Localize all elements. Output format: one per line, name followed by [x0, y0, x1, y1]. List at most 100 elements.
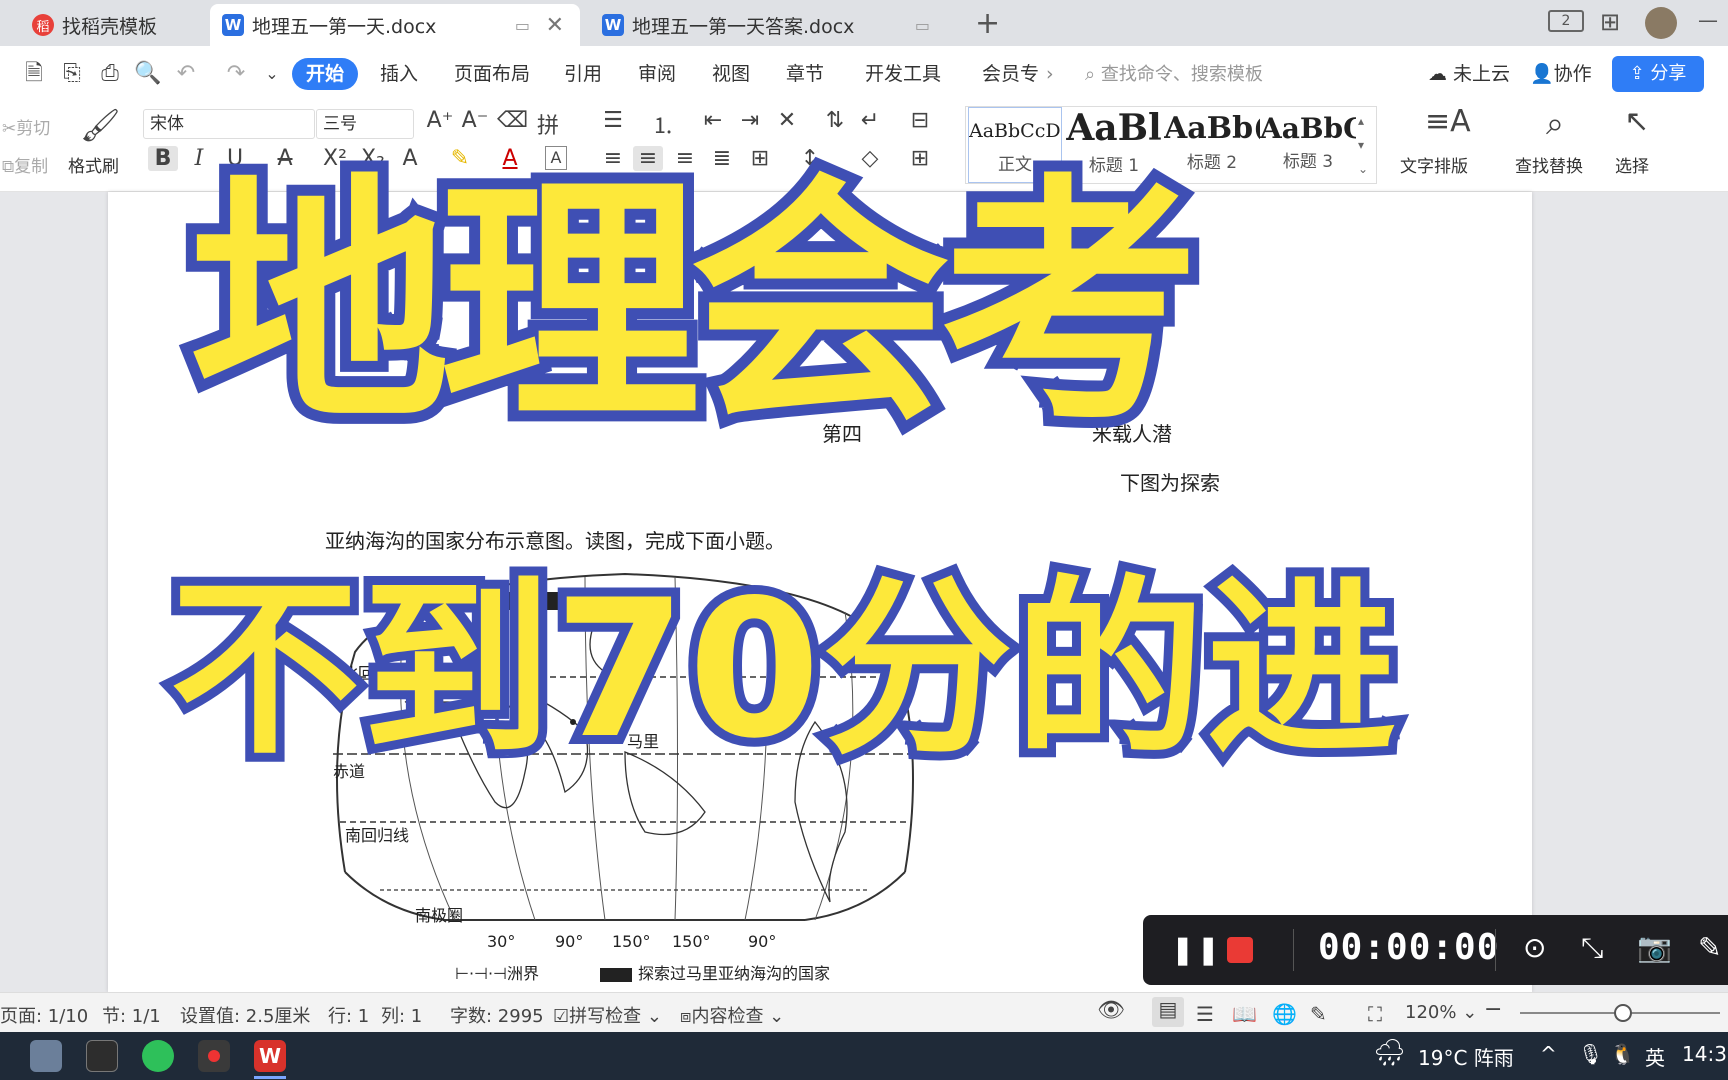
tab-docer[interactable]: 稻 找稻壳模板 — [20, 4, 205, 46]
decrease-indent-icon[interactable]: ⇤ — [698, 108, 728, 133]
menu-insert[interactable]: 插入 — [380, 58, 418, 90]
microphone-icon[interactable]: 🎙 — [1578, 1042, 1603, 1066]
window-layout-icon[interactable]: 2 — [1548, 10, 1584, 32]
menu-view[interactable]: 视图 — [712, 58, 750, 90]
search-input[interactable]: 查找命令、搜索模板 — [1101, 64, 1263, 85]
write-view-icon[interactable]: ✎ — [1310, 1002, 1327, 1026]
monitor-icon[interactable]: ▭ — [515, 16, 530, 35]
style-heading-3[interactable]: AaBbC 标题 3 — [1260, 107, 1356, 183]
select-button[interactable]: 选择 — [1615, 152, 1649, 177]
terminal-icon[interactable] — [86, 1040, 118, 1072]
cursor-icon[interactable]: ↖ — [1622, 104, 1652, 139]
menu-developer[interactable]: 开发工具 — [865, 58, 941, 90]
recorder-app-icon[interactable] — [198, 1040, 230, 1072]
page-view-icon[interactable]: ▤ — [1152, 997, 1184, 1027]
stop-icon[interactable] — [1227, 937, 1253, 963]
zoom-out-icon[interactable]: − — [1484, 997, 1502, 1022]
menu-member[interactable]: 会员专 — [982, 58, 1039, 90]
number-list-icon[interactable]: ⒈ — [648, 108, 678, 140]
find-replace-button[interactable]: 查找替换 — [1515, 152, 1583, 177]
reading-view-icon[interactable]: 📖 — [1232, 1002, 1257, 1026]
copy-label: 复制 — [14, 157, 49, 177]
save-icon[interactable]: 🗎 — [20, 60, 48, 88]
eye-icon[interactable]: 👁 — [1097, 998, 1125, 1023]
cloud-label: 未上云 — [1453, 63, 1511, 85]
qq-icon[interactable]: 🐧 — [1610, 1042, 1635, 1066]
screenshot-icon[interactable]: 📷 — [1637, 931, 1672, 964]
export-icon[interactable]: ⎘ — [58, 60, 86, 88]
table-icon[interactable]: ⊟ — [905, 108, 935, 133]
shrink-font-icon[interactable]: A⁻ — [460, 108, 490, 133]
wps-writer-icon: W — [602, 14, 624, 36]
scissors-icon: ✂ — [2, 119, 17, 139]
redo-icon[interactable]: ↷ — [222, 60, 250, 88]
show-marks-icon[interactable]: ↵ — [855, 108, 885, 133]
new-tab-button[interactable]: + — [975, 6, 1000, 41]
clear-format-icon[interactable]: ⌫ — [497, 108, 528, 133]
separator — [1293, 929, 1294, 971]
chinese-layout-icon[interactable]: ✕ — [772, 108, 802, 133]
share-button[interactable]: ⇪ 分享 — [1612, 56, 1704, 92]
font-size-select[interactable]: 三号 — [316, 109, 414, 139]
minimize-icon[interactable]: — — [1698, 8, 1718, 32]
fit-page-icon[interactable]: ⛶ — [1368, 1002, 1382, 1026]
menu-home[interactable]: 开始 — [292, 58, 359, 90]
menu-layout[interactable]: 页面布局 — [454, 58, 530, 90]
cut-button[interactable]: ✂剪切 — [2, 114, 50, 139]
zoom-slider-thumb[interactable] — [1614, 1004, 1632, 1022]
web-view-icon[interactable]: 🌐 — [1272, 1002, 1297, 1026]
tab-active-doc[interactable]: W 地理五一第一天.docx ▭ ✕ — [210, 4, 580, 46]
spell-check-button[interactable]: ☑拼写检查 ⌄ — [553, 1002, 662, 1028]
grid-icon[interactable]: ⊞ — [1600, 8, 1620, 36]
status-setting[interactable]: 设置值: 2.5厘米 — [180, 1002, 310, 1028]
menu-references[interactable]: 引用 — [564, 58, 602, 90]
phonetic-icon[interactable]: 拼 — [533, 108, 563, 140]
status-page[interactable]: 页面: 1/10 — [0, 1002, 88, 1028]
increase-indent-icon[interactable]: ⇥ — [735, 108, 765, 133]
zoom-level[interactable]: 120% ⌄ — [1405, 1002, 1477, 1023]
format-painter-button[interactable]: 格式刷 — [68, 152, 119, 177]
undo-icon[interactable]: ↶ — [172, 60, 200, 88]
wps-icon[interactable]: W — [254, 1040, 286, 1072]
outline-view-icon[interactable]: ☰ — [1196, 1002, 1214, 1026]
collapse-icon[interactable]: ⤡ — [1581, 931, 1603, 965]
find-icon[interactable]: ⌕ — [1540, 104, 1570, 143]
text-layout-icon[interactable]: ≡A — [1425, 104, 1471, 139]
menu-bar: 🗎 ⎘ ⎙ 🔍 ↶ ↷ ⌄ 开始 插入 页面布局 引用 审阅 视图 章节 开发工… — [0, 46, 1728, 102]
zoom-label: 120% — [1405, 1002, 1457, 1023]
menu-review[interactable]: 审阅 — [638, 58, 676, 90]
tab-answer-doc[interactable]: W 地理五一第一天答案.docx ▭ — [590, 4, 960, 46]
grow-font-icon[interactable]: A⁺ — [425, 108, 455, 133]
pen-icon[interactable]: ✎ — [1698, 931, 1721, 964]
clock[interactable]: 14:35 — [1682, 1042, 1728, 1066]
avatar[interactable] — [1645, 7, 1677, 39]
ime-indicator[interactable]: 英 — [1645, 1042, 1665, 1071]
tray-up-icon[interactable]: ^ — [1540, 1042, 1557, 1066]
status-bar: 页面: 1/10 节: 1/1 设置值: 2.5厘米 行: 1 列: 1 字数:… — [0, 992, 1728, 1032]
file-manager-icon[interactable] — [30, 1040, 62, 1072]
content-check-button[interactable]: ⧈内容检查 ⌄ — [680, 1002, 784, 1028]
cloud-status[interactable]: ☁ 未上云 — [1428, 58, 1510, 90]
camera-frame-icon[interactable]: ⊙ — [1523, 931, 1546, 964]
collab-button[interactable]: 👤协作 — [1530, 58, 1592, 90]
pause-icon[interactable]: ❚❚ — [1171, 933, 1222, 966]
style-scroll-icon[interactable]: ▴ ▾ ⌄ — [1358, 109, 1368, 181]
chevron-down-icon[interactable]: ⌄ — [258, 60, 286, 88]
close-icon[interactable]: ✕ — [546, 13, 564, 38]
bold-icon[interactable]: B — [148, 146, 178, 171]
menu-chapter[interactable]: 章节 — [786, 58, 824, 90]
print-icon[interactable]: ⎙ — [96, 60, 124, 88]
menu-more-icon[interactable]: › — [1046, 58, 1054, 90]
sort-icon[interactable]: ⇅ — [820, 108, 850, 133]
wechat-icon[interactable] — [142, 1040, 174, 1072]
brush-icon[interactable]: 🖌 — [80, 106, 121, 144]
monitor-icon[interactable]: ▭ — [915, 16, 930, 35]
weather-text[interactable]: 19°C 阵雨 — [1418, 1042, 1514, 1071]
bullet-list-icon[interactable]: ☰ — [598, 108, 628, 133]
copy-button[interactable]: ⧉复制 — [2, 152, 48, 177]
preview-icon[interactable]: 🔍 — [134, 60, 162, 88]
text-layout-button[interactable]: 文字排版 — [1400, 152, 1468, 177]
command-search[interactable]: ⌕ 查找命令、搜索模板 — [1085, 60, 1263, 90]
font-name-select[interactable]: 宋体 — [143, 109, 315, 139]
status-word-count[interactable]: 字数: 2995 — [450, 1002, 544, 1028]
